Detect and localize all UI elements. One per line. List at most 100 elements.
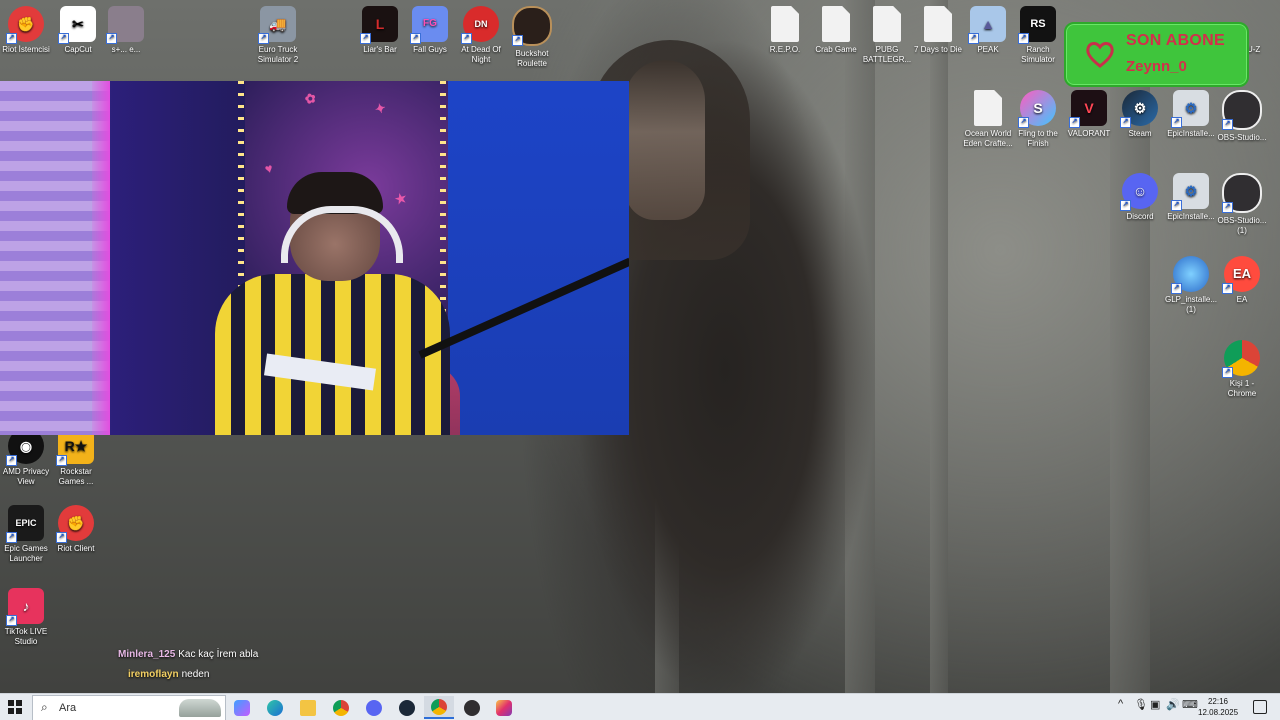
chat-message: Minlera_125 Kac kaç İrem abla <box>118 645 258 665</box>
speaker-icon[interactable]: 🔊 <box>1166 698 1180 711</box>
installer-icon: ⚙ ↗ <box>1171 173 1209 211</box>
desktop-icon-steam[interactable]: ⚙ ↗ Steam <box>1114 90 1166 139</box>
app-tray-icon[interactable]: ▣ <box>1150 698 1160 711</box>
desktop-icon-label: Steam <box>1128 129 1152 138</box>
edge-icon <box>267 699 283 716</box>
last-subscriber-alert: SON ABONE Zeynn_0 <box>1064 22 1249 87</box>
desktop-icon-valorant[interactable]: V ↗ VALORANT <box>1063 90 1115 139</box>
desktop-icon-7-days[interactable]: 7 Days to Die <box>912 6 964 55</box>
desktop-icon-crab-game[interactable]: Crab Game <box>810 6 862 55</box>
taskbar-obs[interactable] <box>457 696 487 719</box>
desktop-icon-glp[interactable]: ↗ GLP_installe... (1) <box>1165 256 1217 315</box>
file-icon <box>771 6 799 42</box>
tiktok-icon: ♪ ↗ <box>6 588 44 626</box>
background-tree <box>930 0 948 693</box>
dead-of-night-icon: DN ↗ <box>461 6 499 44</box>
desktop-icon-epic-installer[interactable]: ⚙ ↗ EpicInstalle... <box>1165 90 1217 139</box>
desktop-icon-liars-bar[interactable]: L ↗ Liar's Bar <box>354 6 406 55</box>
desktop-icon-label: CapCut <box>64 45 92 54</box>
desktop-icon-ocean-world[interactable]: Ocean World Eden Crafte... <box>962 90 1014 149</box>
taskbar-chrome-active[interactable] <box>424 696 454 719</box>
desktop-icon-label: Euro Truck Simulator 2 <box>257 45 299 64</box>
desktop-icon-riot-client[interactable]: ✊ ↗ Riot Client <box>50 505 102 554</box>
obs-icon <box>464 699 480 716</box>
desktop-icon-label: VALORANT <box>1067 129 1111 138</box>
desktop-icon-label: PUBG BATTLEGR... <box>862 45 912 64</box>
glp-installer-icon: ↗ <box>1171 256 1209 294</box>
ranch-icon: RS ↗ <box>1018 6 1056 44</box>
notification-icon[interactable] <box>1253 700 1267 714</box>
search-placeholder: Ara <box>59 702 77 714</box>
desktop-icon-label: OBS-Studio... (1) <box>1217 216 1267 235</box>
epic-games-icon: EPIC ↗ <box>6 505 44 543</box>
desktop-icon-tiktok[interactable]: ♪ ↗ TikTok LIVE Studio <box>0 588 52 647</box>
file-icon <box>822 6 850 42</box>
file-icon <box>924 6 952 42</box>
desktop-icon-buckshot[interactable]: ↗ Buckshot Roulette <box>506 6 558 69</box>
desktop-icon-ranch[interactable]: RS ↗ Ranch Simulator <box>1012 6 1064 65</box>
desktop-icon-label: Crab Game <box>815 45 857 54</box>
steam-icon <box>399 699 415 716</box>
desktop-icon-label: Ranch Simulator <box>1021 45 1055 64</box>
desktop-icon-label: Riot İstemcisi <box>2 45 50 54</box>
desktop-icon-epic-launcher[interactable]: EPIC ↗ Epic Games Launcher <box>0 505 52 564</box>
desktop-icon-fling[interactable]: S ↗ Fling to the Finish <box>1012 90 1064 149</box>
desktop-icon-epic-installer-2[interactable]: ⚙ ↗ EpicInstalle... <box>1165 173 1217 222</box>
obs-icon: ↗ <box>1222 173 1262 213</box>
taskbar-discord[interactable] <box>359 696 389 719</box>
taskbar-clock[interactable]: 22:16 12.08.2025 <box>1198 696 1238 718</box>
microphone-icon[interactable]: 🎙 <box>1134 698 1148 711</box>
desktop-icon-repo[interactable]: R.E.P.O. <box>759 6 811 55</box>
desktop-icon-amd-privacy[interactable]: ◉ ↗ AMD Privacy View <box>0 428 52 487</box>
copilot-icon <box>234 699 250 716</box>
desktop-icon-fall-guys[interactable]: FG ↗ Fall Guys <box>404 6 456 55</box>
taskbar-file-explorer[interactable] <box>293 696 323 719</box>
desktop-icon-discord[interactable]: ☺ ↗ Discord <box>1114 173 1166 222</box>
desktop-icon-peak[interactable]: ▲ ↗ PEAK <box>962 6 1014 55</box>
webcam-streamer <box>195 172 460 435</box>
desktop-icon-label: Fall Guys <box>413 45 447 54</box>
desktop-icon-label: Epic Games Launcher <box>4 544 48 563</box>
taskbar-instagram[interactable] <box>489 696 519 719</box>
installer-icon: ⚙ ↗ <box>1171 90 1209 128</box>
desktop-icon-at-dead-of-night[interactable]: DN ↗ At Dead Of Night <box>455 6 507 65</box>
webcam-window-blinds <box>0 81 110 435</box>
riot-icon: ✊ ↗ <box>6 6 44 44</box>
taskbar-steam[interactable] <box>392 696 422 719</box>
chevron-up-icon[interactable]: ^ <box>1118 698 1123 710</box>
desktop-icon-ea[interactable]: EA ↗ EA <box>1216 256 1268 305</box>
wallpaper-figure-face <box>625 60 705 220</box>
desktop-icon-riot-istemcisi[interactable]: ✊ ↗ Riot İstemcisi <box>0 6 52 55</box>
taskbar-copilot[interactable] <box>227 696 257 719</box>
taskbar-edge[interactable] <box>260 696 290 719</box>
search-highlight-image <box>179 699 221 717</box>
desktop-icon-label: s+... e... <box>111 45 141 54</box>
clock-date: 12.08.2025 <box>1198 708 1239 717</box>
background-tree <box>1110 60 1150 693</box>
desktop-icon-pubg[interactable]: PUBG BATTLEGR... <box>861 6 913 65</box>
taskbar-search-box[interactable]: ⌕ Ara <box>32 695 226 720</box>
search-icon: ⌕ <box>41 700 48 714</box>
desktop-icon-chrome-kisi[interactable]: ↗ Kişi 1 - Chrome <box>1216 340 1268 399</box>
desktop-icon-euro-truck[interactable]: 🚚 ↗ Euro Truck Simulator 2 <box>252 6 304 65</box>
discord-icon <box>366 699 382 716</box>
webcam-blue-wall <box>448 81 629 435</box>
chrome-icon: ↗ <box>1222 340 1260 378</box>
keyboard-icon[interactable]: ⌨ <box>1182 698 1198 711</box>
taskbar-chrome[interactable] <box>326 696 356 719</box>
windows-start-icon[interactable] <box>8 700 22 714</box>
chrome-icon <box>431 698 447 715</box>
desktop-icon-rockstar[interactable]: R★ ↗ Rockstar Games ... <box>50 428 102 487</box>
desktop-icon-label: Kişi 1 - Chrome <box>1227 379 1257 398</box>
fling-icon: S ↗ <box>1018 90 1056 128</box>
webcam-overlay: ✿ ✦ ♥ ★ <box>0 81 629 435</box>
desktop-icon-label: Riot Client <box>57 544 95 553</box>
desktop-icon-obs-2[interactable]: ↗ OBS-Studio... (1) <box>1216 173 1268 236</box>
chat-username: iremoflayn <box>128 669 179 680</box>
desktop-icon-capcut[interactable]: ✂ ↗ CapCut <box>52 6 104 55</box>
desktop-icon-label: Buckshot Roulette <box>515 49 549 68</box>
desktop-icon-obs[interactable]: ↗ OBS-Studio... <box>1216 90 1268 143</box>
desktop-icon-label: PEAK <box>977 45 999 54</box>
desktop-icon-label: At Dead Of Night <box>461 45 501 64</box>
desktop-icon-shortcut[interactable]: ↗ s+... e... <box>100 6 152 55</box>
